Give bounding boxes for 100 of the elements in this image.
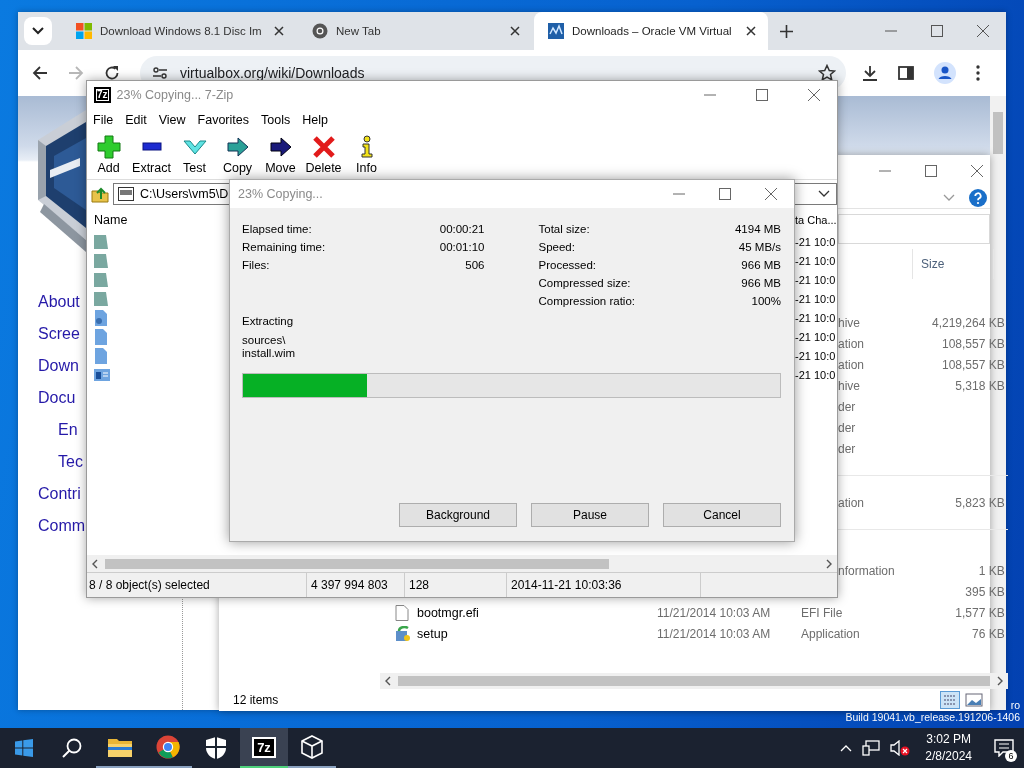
status-text: 2014-11-21 10:03:36: [507, 573, 701, 597]
folder-icon[interactable]: [94, 233, 108, 250]
scroll-right-icon[interactable]: [995, 676, 1004, 686]
nav-link[interactable]: About: [30, 286, 80, 318]
nav-link[interactable]: Scree: [30, 318, 80, 350]
browser-tab[interactable]: Downloads – Oracle VM Virtual: [534, 12, 768, 50]
shield-icon: [206, 737, 226, 759]
toolbar-button[interactable]: Move: [259, 131, 302, 179]
status-text: 8 / 8 object(s) selected: [87, 573, 307, 597]
scrollbar[interactable]: [990, 96, 1006, 710]
chevron-icon: [32, 27, 44, 35]
window-file-icon[interactable]: [94, 367, 110, 382]
scroll-right-icon[interactable]: [825, 558, 833, 569]
close-icon[interactable]: [971, 165, 983, 177]
clock-date[interactable]: 2/8/2024: [925, 748, 972, 765]
maximize-icon[interactable]: [931, 25, 943, 37]
reload-icon[interactable]: [104, 65, 120, 81]
close-icon[interactable]: [274, 26, 284, 36]
tab-search-button[interactable]: [24, 17, 52, 45]
arrow-icon: [268, 135, 293, 159]
taskbar-app[interactable]: 7z: [240, 728, 288, 768]
dialog-button[interactable]: Pause: [531, 503, 649, 527]
search-field[interactable]: [838, 214, 990, 244]
file-name[interactable]: bootmgr.efi: [417, 605, 657, 620]
toolbar-button[interactable]: Extract: [130, 131, 173, 179]
menu-item[interactable]: Edit: [125, 113, 147, 127]
file-name[interactable]: setup: [417, 626, 657, 641]
size-cell-text: 76 KB: [971, 626, 1005, 641]
date-cell: -21 10:0: [795, 292, 837, 305]
tray-chevron-icon[interactable]: [840, 744, 853, 752]
nav-link[interactable]: Comm: [30, 510, 86, 542]
toolbar-button[interactable]: Test: [173, 131, 216, 179]
nav-link[interactable]: Down: [30, 350, 79, 382]
folder-icon[interactable]: [94, 290, 108, 307]
stat-value: 00:01:10: [439, 241, 485, 253]
nav-link[interactable]: Contri: [30, 478, 81, 510]
scroll-left-icon[interactable]: [91, 558, 99, 569]
download-icon[interactable]: [862, 65, 878, 81]
close-icon[interactable]: [510, 26, 520, 36]
size-cell-text: 1,577 KB: [954, 605, 1005, 620]
close-icon[interactable]: [746, 26, 756, 36]
folder-icon[interactable]: [94, 252, 108, 269]
start-icon[interactable]: [15, 739, 33, 757]
muted-volume-icon[interactable]: [890, 740, 911, 756]
size-cell-text: 108,557 KB: [941, 357, 1005, 372]
toolbar-button[interactable]: Add: [87, 131, 130, 179]
settings-file-icon[interactable]: [94, 309, 108, 326]
help-icon[interactable]: [969, 188, 987, 207]
toolbar-button[interactable]: Info: [345, 131, 388, 179]
notification-icon: [994, 739, 1014, 757]
stat-value: 100%: [751, 295, 781, 307]
nav-link[interactable]: Docu: [30, 382, 76, 414]
toolbar-button[interactable]: Copy: [216, 131, 259, 179]
browser-tab[interactable]: New Tab: [298, 12, 532, 50]
file-icon[interactable]: [94, 328, 108, 345]
menu-item[interactable]: File: [93, 113, 114, 127]
file-icon: [395, 604, 409, 621]
menu-icon[interactable]: [976, 65, 980, 81]
thumbnail-view-icon[interactable]: [964, 691, 984, 709]
maximize-icon[interactable]: [719, 188, 731, 200]
scrollbar[interactable]: [87, 555, 837, 572]
menu-item[interactable]: Tools: [261, 113, 291, 127]
dialog-button[interactable]: Background: [399, 503, 517, 527]
close-icon[interactable]: [977, 25, 989, 37]
scrollbar[interactable]: [380, 673, 1008, 689]
column-header[interactable]: ta Cha...: [795, 214, 837, 226]
site-info-icon[interactable]: [152, 65, 168, 81]
close-icon[interactable]: [765, 188, 777, 200]
bookmark-star-icon[interactable]: [818, 64, 836, 82]
scroll-left-icon[interactable]: [384, 676, 392, 686]
folder-up-icon[interactable]: [91, 185, 109, 203]
menu-item[interactable]: View: [158, 113, 186, 127]
side-panel-icon[interactable]: [898, 65, 914, 81]
date-cell: -21 10:0: [795, 368, 837, 381]
folder-icon[interactable]: [94, 271, 108, 288]
maximize-icon[interactable]: [756, 89, 768, 101]
column-header[interactable]: Name: [94, 213, 128, 227]
column-header[interactable]: Size: [912, 249, 994, 279]
notification-button[interactable]: 6: [984, 728, 1024, 768]
status-text: 4 397 994 803: [307, 573, 405, 597]
menu-item[interactable]: Favorites: [197, 113, 249, 127]
nav-link[interactable]: Tec: [30, 446, 83, 478]
menu-item[interactable]: Help: [302, 113, 328, 127]
nav-link[interactable]: En: [30, 414, 78, 446]
browser-tab[interactable]: Download Windows 8.1 Disc Im: [62, 12, 296, 50]
clock-time[interactable]: 3:02 PM: [926, 731, 971, 748]
windows-logo-icon: [76, 23, 92, 39]
maximize-icon[interactable]: [925, 165, 937, 177]
search-icon[interactable]: [62, 738, 82, 758]
type-cell-text: ation: [838, 336, 866, 351]
type-cell-text: der: [838, 441, 857, 456]
back-icon[interactable]: [32, 65, 48, 81]
profile-icon[interactable]: [934, 62, 956, 84]
network-icon[interactable]: [862, 740, 881, 756]
dialog-button[interactable]: Cancel: [663, 503, 781, 527]
new-tab-icon[interactable]: [780, 24, 793, 38]
dropdown-icon[interactable]: [818, 190, 830, 198]
toolbar-button[interactable]: Delete: [302, 131, 345, 179]
chevron-icon[interactable]: [943, 193, 955, 202]
close-icon[interactable]: [808, 89, 820, 101]
